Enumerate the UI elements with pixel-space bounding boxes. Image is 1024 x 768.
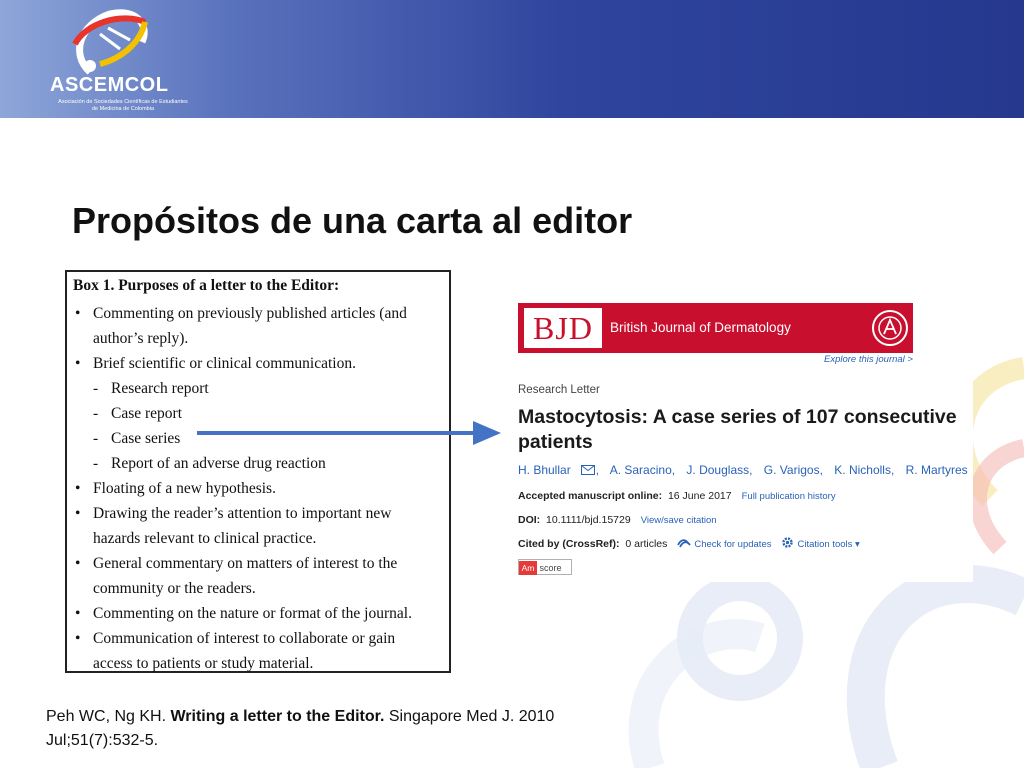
citation-tools-menu[interactable]: Citation tools ▾ [797,539,859,550]
reference-title: Writing a letter to the Editor. [170,708,385,725]
doi-row: DOI: 10.1111/bjd.15729 View/save citation [518,514,717,526]
purpose-text: Drawing the reader’s attention to import… [93,505,392,522]
purpose-item: • Commenting on the nature or format of t… [67,601,451,626]
bullet-marker: • [75,355,81,372]
dash-marker: - [93,405,99,422]
logo-subtitle: Asociación de Sociedades Científicas de … [58,99,188,112]
reference-citation: Peh WC, Ng KH. Writing a letter to the E… [46,705,626,753]
author-link[interactable]: R. Martyres [906,463,968,477]
purpose-text: Commenting on previously published artic… [93,305,407,322]
author-link[interactable]: H. Bhullar, [518,463,599,477]
journal-banner[interactable]: BJD British Journal of Dermatology [518,303,913,353]
purpose-text: Research report [111,380,209,397]
journal-crest-icon [872,310,908,346]
bullet-marker: • [75,480,81,497]
purpose-item: • Drawing the reader’s attention to impor… [67,501,451,526]
purpose-text: Commenting on the nature or format of th… [93,605,412,622]
box-title: Box 1. Purposes of a letter to the Edito… [73,277,340,294]
dash-marker: - [93,455,99,472]
ascemcol-logo: ASCEMCOL Asociación de Sociedades Cientí… [40,2,190,116]
history-link[interactable]: Full publication history [742,491,836,502]
purpose-item: author’s reply). [67,326,451,351]
accepted-row: Accepted manuscript online: 16 June 2017… [518,490,836,502]
purpose-item: - Report of an adverse drug reaction [67,451,451,476]
journal-name: British Journal of Dermatology [610,320,791,335]
mail-icon[interactable] [580,465,595,475]
purpose-text: General commentary on matters of interes… [93,555,398,572]
cited-value: 0 articles [625,538,668,550]
article-title[interactable]: Mastocytosis: A case series of 107 conse… [518,405,968,455]
article-section: Research Letter [518,384,600,396]
purpose-text: Report of an adverse drug reaction [111,455,326,472]
doi-value[interactable]: 10.1111/bjd.15729 [546,514,631,526]
purpose-text: Floating of a new hypothesis. [93,480,276,497]
author-link[interactable]: A. Saracino, [610,463,675,477]
author-link[interactable]: J. Douglass, [686,463,752,477]
citation-link[interactable]: View/save citation [641,515,717,526]
bullet-marker: • [75,630,81,647]
purpose-item: community or the readers. [67,576,451,601]
purpose-item: • Commenting on previously published arti… [67,301,451,326]
bullet-marker: • [75,305,81,322]
dna-helix-logo-icon [72,9,148,75]
purpose-item: • Communication of interest to collaborat… [67,626,451,651]
crossmark-icon [677,539,692,548]
purpose-item: • Floating of a new hypothesis. [67,476,451,501]
accepted-date: 16 June 2017 [667,490,732,502]
accepted-label: Accepted manuscript online: [518,490,663,502]
purposes-list: • Commenting on previously published arti… [67,301,451,676]
header-band: ASCEMCOL Asociación de Sociedades Cientí… [0,0,1024,118]
author-list: H. Bhullar, A. Saracino, J. Douglass, G.… [518,463,976,477]
altmetric-am: Am [519,561,537,575]
explore-journal-link[interactable]: Explore this journal > [824,354,913,365]
purpose-text: Communication of interest to collaborate… [93,630,396,647]
purpose-text: Brief scientific or clinical communicati… [93,355,356,372]
doi-label: DOI: [518,514,541,526]
purpose-text: Case series [111,430,181,447]
arrow-right-icon [197,421,501,445]
bullet-marker: • [75,605,81,622]
dash-marker: - [93,430,99,447]
purpose-text: access to patients or study material. [93,655,314,672]
purposes-box: Box 1. Purposes of a letter to the Edito… [65,270,451,673]
slide-title: Propósitos de una carta al editor [72,200,633,241]
bullet-marker: • [75,555,81,572]
gear-icon[interactable] [781,536,794,549]
purpose-text: community or the readers. [93,580,256,597]
purpose-item: • General commentary on matters of intere… [67,551,451,576]
purpose-item: access to patients or study material. [67,651,451,676]
purpose-text: Case report [111,405,183,422]
dash-marker: - [93,380,99,397]
altmetric-badge[interactable]: Am score [518,559,572,575]
purpose-text: hazards relevant to clinical practice. [93,530,317,547]
logo-wordmark: ASCEMCOL [50,74,169,96]
check-updates-link[interactable]: Check for updates [694,539,771,550]
purpose-text: author’s reply). [93,330,189,347]
reference-authors: Peh WC, Ng KH. [46,708,171,725]
cited-row: Cited by (CrossRef): 0 articles Check for… [518,536,860,550]
altmetric-score: score [539,563,562,573]
bullet-marker: • [75,505,81,522]
purpose-item: • Brief scientific or clinical communicat… [67,351,451,376]
author-link[interactable]: K. Nicholls, [834,463,894,477]
purpose-item: hazards relevant to clinical practice. [67,526,451,551]
author-link[interactable]: G. Varigos, [764,463,823,477]
purpose-item: - Research report [67,376,451,401]
article-screenshot: BJD British Journal of Dermatology Explo… [503,300,973,582]
cited-label: Cited by (CrossRef): [518,538,620,550]
journal-abbr: BJD [524,308,602,348]
